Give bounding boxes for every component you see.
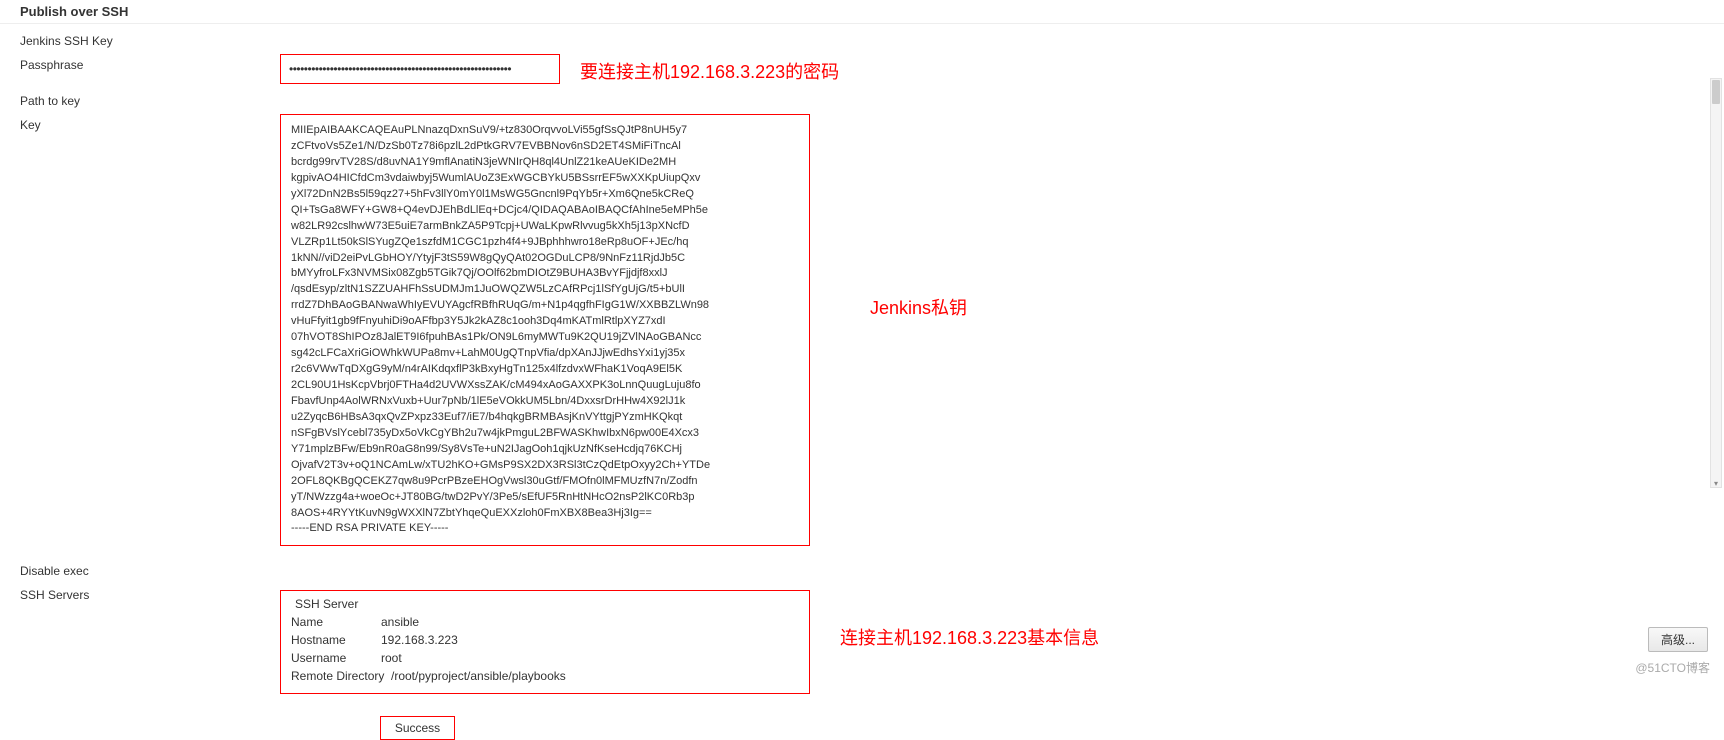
jenkins-ssh-key-label: Jenkins SSH Key: [20, 30, 280, 48]
key-textarea[interactable]: MIIEpAIBAAKCAQEAuPLNnazqDxnSuV9/+tz830Or…: [280, 114, 810, 546]
ssh-server-section: SSH Server Name ansible Hostname 192.168…: [280, 590, 810, 694]
ssh-server-remote-dir-value[interactable]: /root/pyproject/ansible/playbooks: [391, 669, 566, 683]
disable-exec-label: Disable exec: [20, 560, 280, 578]
advanced-button[interactable]: 高级...: [1648, 627, 1708, 652]
watermark: @51CTO博客: [1635, 659, 1710, 676]
ssh-servers-label: SSH Servers: [20, 584, 280, 602]
key-label: Key: [20, 114, 280, 132]
ssh-server-name-value[interactable]: ansible: [381, 615, 419, 629]
ssh-server-username-value[interactable]: root: [381, 651, 402, 665]
ssh-server-name-label: Name: [291, 615, 381, 629]
passphrase-label: Passphrase: [20, 54, 280, 72]
server-annotation: 连接主机192.168.3.223基本信息: [840, 624, 1099, 650]
ssh-server-heading: SSH Server: [291, 597, 799, 611]
success-status: Success: [380, 716, 455, 740]
scrollbar[interactable]: ▴ ▾: [1710, 78, 1722, 488]
path-to-key-label: Path to key: [20, 90, 280, 108]
scroll-down-icon[interactable]: ▾: [1711, 478, 1721, 488]
scrollbar-thumb[interactable]: [1712, 80, 1720, 104]
passphrase-annotation: 要连接主机192.168.3.223的密码: [580, 58, 839, 84]
section-title: Publish over SSH: [0, 0, 1724, 24]
ssh-server-hostname-value[interactable]: 192.168.3.223: [381, 633, 458, 647]
ssh-server-username-label: Username: [291, 651, 381, 665]
ssh-server-hostname-label: Hostname: [291, 633, 381, 647]
ssh-server-remote-dir-label: Remote Directory: [291, 669, 391, 683]
passphrase-input[interactable]: ••••••••••••••••••••••••••••••••••••••••…: [280, 54, 560, 84]
key-annotation: Jenkins私钥: [870, 294, 967, 320]
